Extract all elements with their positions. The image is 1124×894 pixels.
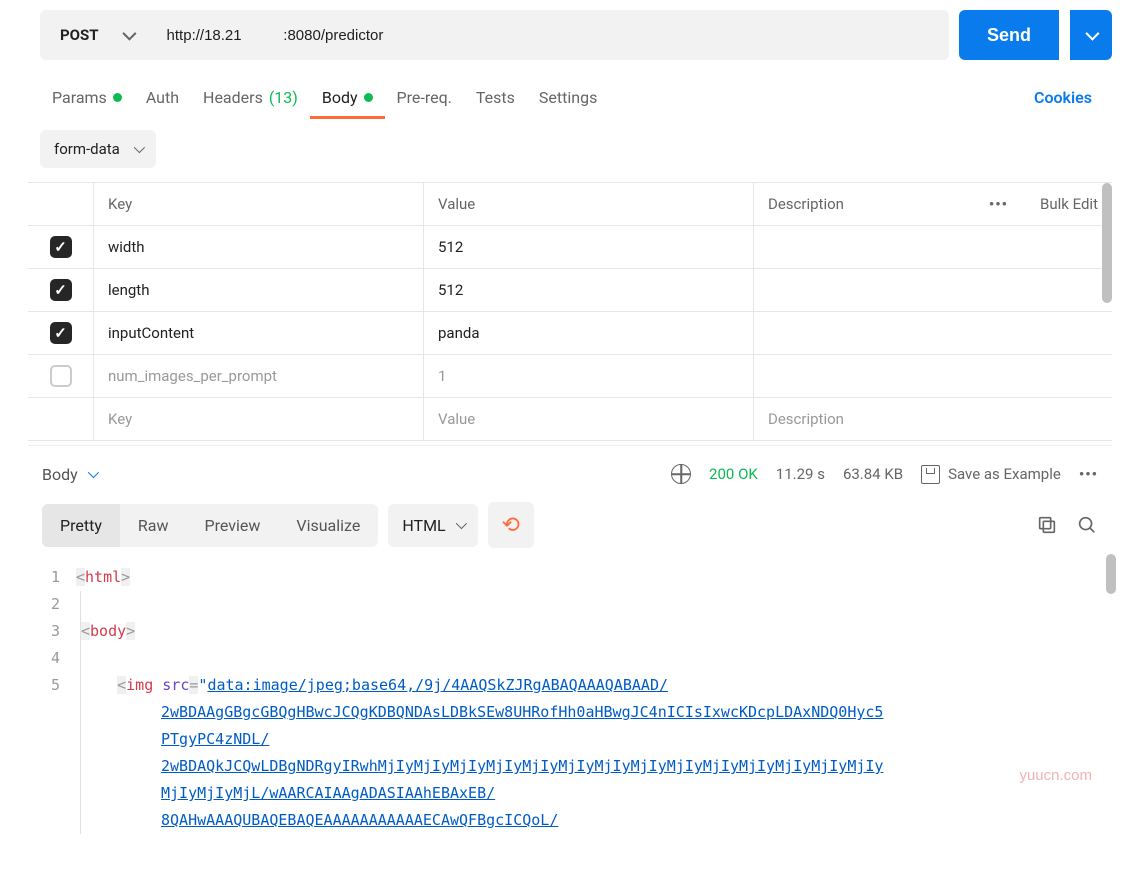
chevron-down-icon [455,518,466,529]
send-dropdown-button[interactable] [1070,10,1112,60]
key-cell[interactable]: width [94,226,424,268]
key-cell[interactable]: inputContent [94,312,424,354]
view-tab-preview[interactable]: Preview [186,504,278,547]
row-checkbox[interactable]: ✓ [50,279,72,301]
column-header-description: Description [768,195,844,213]
tab-prereq[interactable]: Pre-req. [385,78,464,117]
value-cell[interactable]: 512 [424,269,754,311]
status-dot-icon [364,93,373,102]
save-icon [921,465,940,484]
response-status: 200 OK [709,465,758,483]
scrollbar[interactable] [1106,554,1116,594]
globe-icon[interactable] [671,464,691,484]
desc-cell[interactable] [754,226,1112,268]
row-checkbox[interactable]: ✓ [50,236,72,258]
status-dot-icon [113,93,122,102]
watermark: yuucn.com [1019,762,1092,789]
key-cell[interactable]: num_images_per_prompt [94,355,424,397]
more-options-icon[interactable]: ••• [989,195,1018,213]
response-size: 63.84 KB [843,465,903,483]
cookies-link[interactable]: Cookies [1034,88,1100,107]
table-row: ✓ length 512 [28,269,1112,312]
tab-settings[interactable]: Settings [527,78,609,117]
view-tab-pretty[interactable]: Pretty [42,504,120,547]
column-header-key: Key [94,183,424,225]
row-checkbox[interactable] [50,365,72,387]
word-wrap-icon: ⟲ [501,513,519,538]
response-code-view: 1<html> 2 3<body> 4 5 <img src="data:ima… [28,554,1112,834]
view-tab-raw[interactable]: Raw [120,504,187,547]
value-cell[interactable]: 512 [424,226,754,268]
desc-cell[interactable] [754,312,1112,354]
tab-body[interactable]: Body [310,78,385,117]
send-button[interactable]: Send [959,10,1059,60]
table-row: ✓ inputContent panda [28,312,1112,355]
copy-icon[interactable] [1036,514,1058,536]
tab-auth[interactable]: Auth [134,78,191,117]
chevron-down-icon [134,142,145,153]
table-row: ✓ width 512 [28,226,1112,269]
desc-cell[interactable] [754,355,1112,397]
tab-params[interactable]: Params [40,78,134,117]
bulk-edit-link[interactable]: Bulk Edit [1040,195,1098,213]
chevron-down-icon [1085,27,1099,41]
chevron-down-icon [87,467,98,478]
column-header-value: Value [424,183,754,225]
body-type-select[interactable]: form-data [40,130,156,168]
view-tab-visualize[interactable]: Visualize [278,504,378,547]
desc-cell[interactable] [754,269,1112,311]
value-placeholder[interactable]: Value [424,398,754,440]
method-label: POST [60,26,99,44]
value-cell[interactable]: panda [424,312,754,354]
method-select[interactable]: POST [40,10,149,60]
tab-tests[interactable]: Tests [464,78,527,117]
key-cell[interactable]: length [94,269,424,311]
search-icon[interactable] [1076,514,1098,536]
desc-placeholder[interactable]: Description [754,398,1112,440]
scrollbar[interactable] [1102,183,1112,303]
chevron-down-icon [122,27,136,41]
tab-headers[interactable]: Headers (13) [191,78,310,117]
format-select[interactable]: HTML [388,504,477,547]
table-row-placeholder: Key Value Description [28,398,1112,441]
word-wrap-button[interactable]: ⟲ [488,502,534,548]
response-body-select[interactable]: Body [42,465,96,484]
save-as-example-button[interactable]: Save as Example [921,465,1061,484]
value-cell[interactable]: 1 [424,355,754,397]
response-time: 11.29 s [776,465,825,483]
key-placeholder[interactable]: Key [94,398,424,440]
url-input[interactable] [149,10,949,60]
table-row: num_images_per_prompt 1 [28,355,1112,398]
response-more-icon[interactable]: ••• [1079,465,1098,483]
row-checkbox[interactable]: ✓ [50,322,72,344]
